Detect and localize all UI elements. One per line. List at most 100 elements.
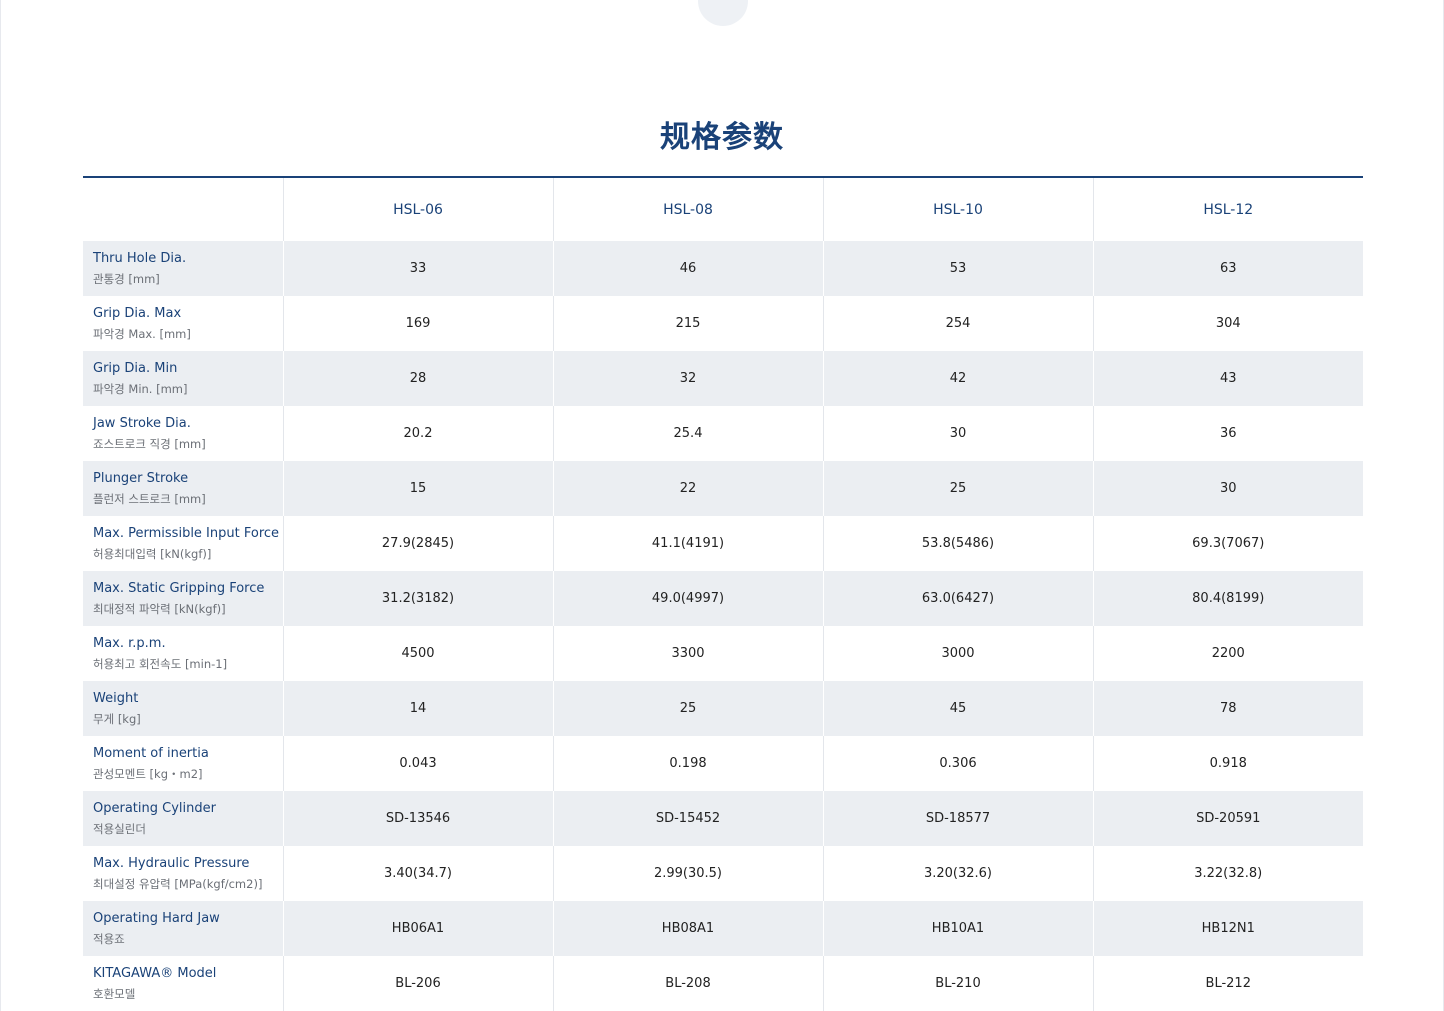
row-label: Grip Dia. Max 파악경 Max. [mm] xyxy=(83,296,283,351)
spec-value-cell: 69.3(7067) xyxy=(1092,516,1363,571)
spec-value-cell: 46 xyxy=(552,241,823,296)
row-label: Plunger Stroke 플런저 스트로크 [mm] xyxy=(83,461,283,516)
spec-value-cell: BL-206 xyxy=(282,956,553,1011)
spec-value-cell: 28 xyxy=(282,351,553,406)
table-row: Operating Hard Jaw 적용죠 HB06A1 HB08A1 HB10A1 H… xyxy=(83,901,1363,956)
spec-value-cell: BL-212 xyxy=(1092,956,1363,1011)
row-label: Moment of inertia 관성모멘트 [kg・m2] xyxy=(83,736,283,791)
spec-value-cell: 78 xyxy=(1092,681,1363,736)
row-label: Grip Dia. Min 파악경 Min. [mm] xyxy=(83,351,283,406)
spec-value-cell: SD-13546 xyxy=(282,791,553,846)
spec-value-cell: 15 xyxy=(282,461,553,516)
table-row: Plunger Stroke 플런저 스트로크 [mm] 15 22 25 30 xyxy=(83,461,1363,516)
spec-value-cell: 49.0(4997) xyxy=(552,571,823,626)
table-header-row: HSL-06 HSL-08 HSL-10 HSL-12 xyxy=(83,177,1363,241)
spec-value-cell: 25 xyxy=(822,461,1093,516)
spec-value-cell: 45 xyxy=(822,681,1093,736)
spec-value-cell: 3.22(32.8) xyxy=(1092,846,1363,901)
row-label-en: Max. Hydraulic Pressure xyxy=(93,855,250,871)
table-row: Max. r.p.m. 허용최고 회전속도 [min-1] 4500 3300 3000… xyxy=(83,626,1363,681)
spec-value-cell: SD-18577 xyxy=(822,791,1093,846)
row-label-ko: 적용죠 xyxy=(93,931,125,946)
spec-value-cell: 4500 xyxy=(282,626,553,681)
spec-value-cell: HB12N1 xyxy=(1092,901,1363,956)
row-label-en: Operating Hard Jaw xyxy=(93,910,220,926)
row-label: KITAGAWA® Model 호환모델 xyxy=(83,956,283,1011)
spec-value-cell: 3.20(32.6) xyxy=(822,846,1093,901)
row-label-ko: 죠스트로크 직경 [mm] xyxy=(93,436,206,451)
spec-value-cell: 30 xyxy=(1092,461,1363,516)
row-label-en: Plunger Stroke xyxy=(93,470,189,486)
spec-value-cell: HB10A1 xyxy=(822,901,1093,956)
table-row: Operating Cylinder 적용실린더 SD-13546 SD-15452 S… xyxy=(83,791,1363,846)
table-row: Jaw Stroke Dia. 죠스트로크 직경 [mm] 20.2 25.4 30 36 xyxy=(83,406,1363,461)
row-label: Operating Hard Jaw 적용죠 xyxy=(83,901,283,956)
row-label: Max. r.p.m. 허용최고 회전속도 [min-1] xyxy=(83,626,283,681)
model-header: HSL-08 xyxy=(552,177,823,241)
model-header: HSL-06 xyxy=(282,177,553,241)
row-label-en: Grip Dia. Min xyxy=(93,360,178,376)
spec-value-cell: 0.918 xyxy=(1092,736,1363,791)
spec-value-cell: 53.8(5486) xyxy=(822,516,1093,571)
row-label-ko: 호환모델 xyxy=(93,986,136,1001)
row-label-en: Max. Permissible Input Force xyxy=(93,525,280,541)
row-label: Max. Static Gripping Force 최대정적 파악력 [kN(k… xyxy=(83,571,283,626)
table-row: Max. Permissible Input Force 허용최대입력 [kN(k… xyxy=(83,516,1363,571)
spec-value-cell: 31.2(3182) xyxy=(282,571,553,626)
row-label-en: KITAGAWA® Model xyxy=(93,965,217,981)
row-label: Thru Hole Dia. 관통경 [mm] xyxy=(83,241,283,296)
spec-value-cell: 41.1(4191) xyxy=(552,516,823,571)
page: 规格参数 HSL-06 HSL-08 HSL-10 HSL-12 Thru Ho… xyxy=(0,0,1444,1011)
spec-value-cell: 63 xyxy=(1092,241,1363,296)
spec-value-cell: 254 xyxy=(822,296,1093,351)
row-label-en: Jaw Stroke Dia. xyxy=(93,415,191,431)
scroll-top-circle[interactable] xyxy=(698,0,748,26)
row-label-en: Operating Cylinder xyxy=(93,800,216,816)
table-row: Thru Hole Dia. 관통경 [mm] 33 46 53 63 xyxy=(83,241,1363,296)
table-row: Moment of inertia 관성모멘트 [kg・m2] 0.043 0.198… xyxy=(83,736,1363,791)
spec-value-cell: 63.0(6427) xyxy=(822,571,1093,626)
row-label-ko: 플런저 스트로크 [mm] xyxy=(93,491,206,506)
spec-value-cell: SD-15452 xyxy=(552,791,823,846)
model-header: HSL-10 xyxy=(822,177,1093,241)
spec-value-cell: 3300 xyxy=(552,626,823,681)
spec-value-cell: 215 xyxy=(552,296,823,351)
spec-value-cell: 25 xyxy=(552,681,823,736)
spec-value-cell: 42 xyxy=(822,351,1093,406)
row-label: Jaw Stroke Dia. 죠스트로크 직경 [mm] xyxy=(83,406,283,461)
spec-value-cell: 30 xyxy=(822,406,1093,461)
spec-value-cell: 53 xyxy=(822,241,1093,296)
row-label-en: Weight xyxy=(93,690,139,706)
spec-value-cell: 2.99(30.5) xyxy=(552,846,823,901)
spec-value-cell: BL-210 xyxy=(822,956,1093,1011)
spec-value-cell: HB08A1 xyxy=(552,901,823,956)
spec-value-cell: 20.2 xyxy=(282,406,553,461)
spec-value-cell: 304 xyxy=(1092,296,1363,351)
row-label-ko: 무게 [kg] xyxy=(93,711,141,726)
row-label-en: Max. r.p.m. xyxy=(93,635,166,651)
spec-value-cell: HB06A1 xyxy=(282,901,553,956)
row-label: Max. Permissible Input Force 허용최대입력 [kN(k… xyxy=(83,516,283,571)
row-label-ko: 관통경 [mm] xyxy=(93,271,160,286)
spec-value-cell: 0.198 xyxy=(552,736,823,791)
table-row: Grip Dia. Max 파악경 Max. [mm] 169 215 254 304 xyxy=(83,296,1363,351)
spec-value-cell: 27.9(2845) xyxy=(282,516,553,571)
spec-value-cell: 22 xyxy=(552,461,823,516)
table-row: KITAGAWA® Model 호환모델 BL-206 BL-208 BL-210 BL-… xyxy=(83,956,1363,1011)
spec-value-cell: 43 xyxy=(1092,351,1363,406)
table-body: Thru Hole Dia. 관통경 [mm] 33 46 53 63 Grip Dia. … xyxy=(83,241,1363,1011)
row-label-ko: 허용최대입력 [kN(kgf)] xyxy=(93,546,212,561)
row-label-ko: 파악경 Max. [mm] xyxy=(93,326,191,341)
spec-value-cell: SD-20591 xyxy=(1092,791,1363,846)
row-label-ko: 허용최고 회전속도 [min-1] xyxy=(93,656,228,671)
spec-value-cell: 3000 xyxy=(822,626,1093,681)
table-row: Max. Static Gripping Force 최대정적 파악력 [kN(k… xyxy=(83,571,1363,626)
spec-value-cell: 25.4 xyxy=(552,406,823,461)
row-label-ko: 최대정적 파악력 [kN(kgf)] xyxy=(93,601,226,616)
row-label-ko: 관성모멘트 [kg・m2] xyxy=(93,766,203,781)
spec-value-cell: 33 xyxy=(282,241,553,296)
spec-value-cell: 32 xyxy=(552,351,823,406)
spec-value-cell: 0.043 xyxy=(282,736,553,791)
spec-value-cell: BL-208 xyxy=(552,956,823,1011)
spec-value-cell: 2200 xyxy=(1092,626,1363,681)
